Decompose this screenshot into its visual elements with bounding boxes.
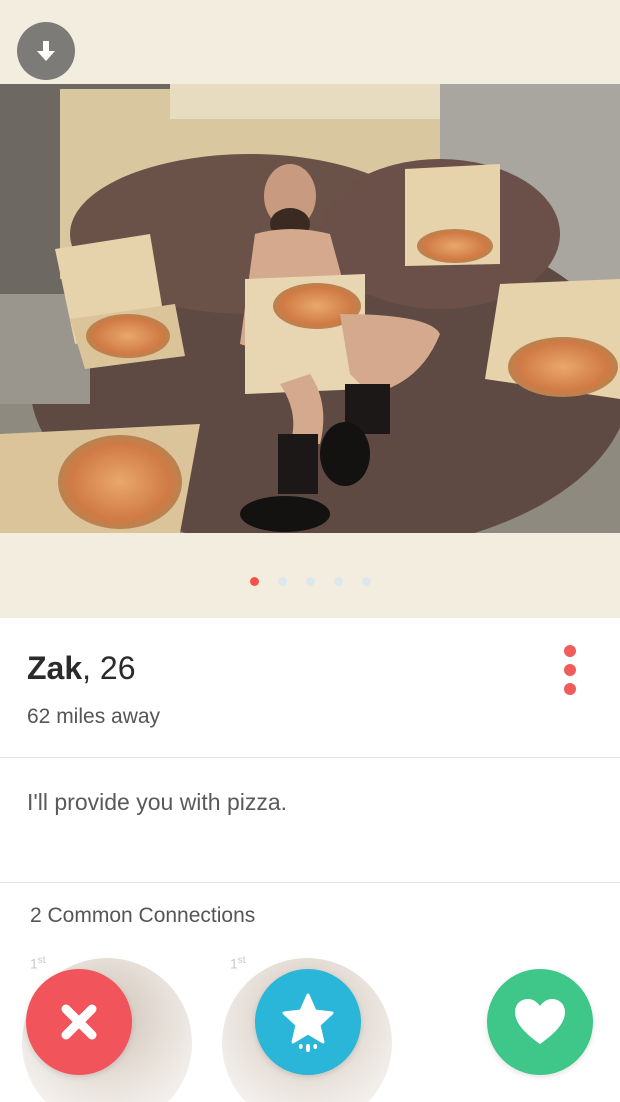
photo-dot[interactable]	[277, 577, 287, 586]
arrow-down-icon	[37, 41, 55, 61]
photo-area	[0, 0, 620, 618]
more-vertical-icon	[564, 645, 576, 657]
profile-distance: 62 miles away	[27, 705, 161, 728]
common-connections-title: 2 Common Connections	[30, 904, 256, 927]
more-options-button[interactable]	[553, 641, 587, 699]
photo-pagination	[0, 577, 620, 586]
connection-degree-badge: 1st	[30, 955, 46, 972]
profile-photo[interactable]	[0, 84, 620, 533]
like-button[interactable]	[487, 969, 593, 1075]
profile-name: Zak	[27, 650, 83, 686]
profile-name-age: Zak, 26	[27, 650, 136, 687]
connection-degree-badge: 1st	[230, 955, 246, 972]
more-vertical-icon	[564, 683, 576, 695]
profile-bio: I'll provide you with pizza.	[27, 789, 288, 815]
divider	[0, 882, 620, 883]
photo-dot[interactable]	[333, 577, 343, 586]
nope-button[interactable]	[26, 969, 132, 1075]
photo-dot[interactable]	[305, 577, 315, 586]
super-like-button[interactable]	[255, 969, 361, 1075]
more-vertical-icon	[564, 664, 576, 676]
star-icon	[282, 993, 334, 1052]
divider	[0, 757, 620, 758]
collapse-profile-button[interactable]	[17, 22, 75, 80]
photo-dot-active[interactable]	[249, 577, 259, 586]
close-icon	[61, 1004, 97, 1040]
name-age-separator: ,	[82, 650, 100, 686]
profile-age: 26	[99, 650, 136, 686]
heart-icon	[515, 999, 565, 1044]
photo-dot[interactable]	[361, 577, 371, 586]
